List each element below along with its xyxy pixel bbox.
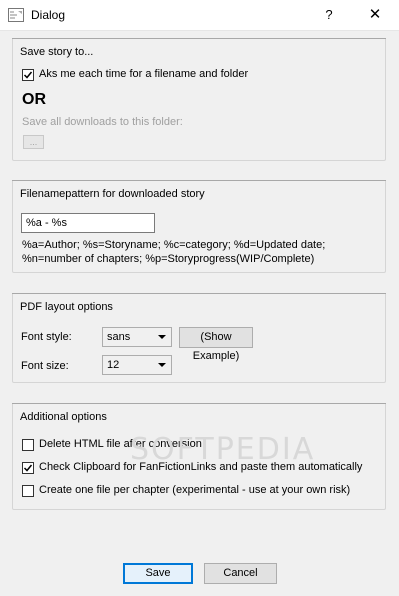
additional-options-title: Additional options — [20, 411, 107, 423]
ask-each-time-label[interactable]: Aks me each time for a filename and fold… — [39, 68, 248, 80]
pattern-help-line1: %a=Author; %s=Storyname; %c=category; %d… — [22, 239, 326, 251]
window-title: Dialog — [31, 8, 66, 22]
pattern-help-line2: %n=number of chapters; %p=Storyprogress(… — [22, 253, 315, 265]
help-button[interactable]: ? — [312, 0, 346, 30]
filename-pattern-group: Filenamepattern for downloaded story %a … — [12, 180, 386, 273]
folder-label: Save all downloads to this folder: — [22, 116, 183, 128]
chevron-down-icon — [158, 335, 166, 339]
show-example-button[interactable]: (Show Example) — [179, 327, 253, 362]
font-style-label: Font style: — [21, 331, 72, 343]
save-story-title: Save story to... — [20, 46, 94, 58]
browse-folder-button[interactable]: ... — [23, 135, 44, 149]
save-button[interactable]: Save — [123, 563, 193, 584]
check-clipboard-checkbox[interactable] — [22, 462, 34, 474]
font-style-select[interactable]: sans — [102, 327, 172, 347]
chevron-down-icon — [158, 363, 166, 367]
title-bar: Dialog ? ✕ — [0, 0, 399, 31]
font-size-label: Font size: — [21, 360, 69, 372]
pdf-layout-group: PDF layout options Font style: sans (Sho… — [12, 293, 386, 383]
filename-pattern-input[interactable]: %a - %s — [21, 213, 155, 233]
font-size-value: 12 — [107, 359, 120, 371]
close-button[interactable]: ✕ — [358, 0, 392, 30]
checkmark-icon — [23, 71, 33, 79]
watermark: SOFTPEDIA — [130, 432, 316, 467]
cancel-button[interactable]: Cancel — [204, 563, 277, 584]
delete-html-checkbox[interactable] — [22, 439, 34, 451]
ask-each-time-checkbox[interactable] — [22, 69, 34, 81]
one-file-per-chapter-checkbox[interactable] — [22, 485, 34, 497]
font-size-select[interactable]: 12 — [102, 355, 172, 375]
app-icon — [8, 8, 24, 22]
font-style-value: sans — [107, 331, 131, 343]
checkmark-icon — [23, 464, 33, 472]
one-file-per-chapter-label[interactable]: Create one file per chapter (experimenta… — [39, 484, 350, 496]
filename-pattern-title: Filenamepattern for downloaded story — [20, 188, 205, 200]
pdf-layout-title: PDF layout options — [20, 301, 113, 313]
save-story-group: Save story to... Aks me each time for a … — [12, 38, 386, 161]
or-label: OR — [22, 91, 46, 108]
